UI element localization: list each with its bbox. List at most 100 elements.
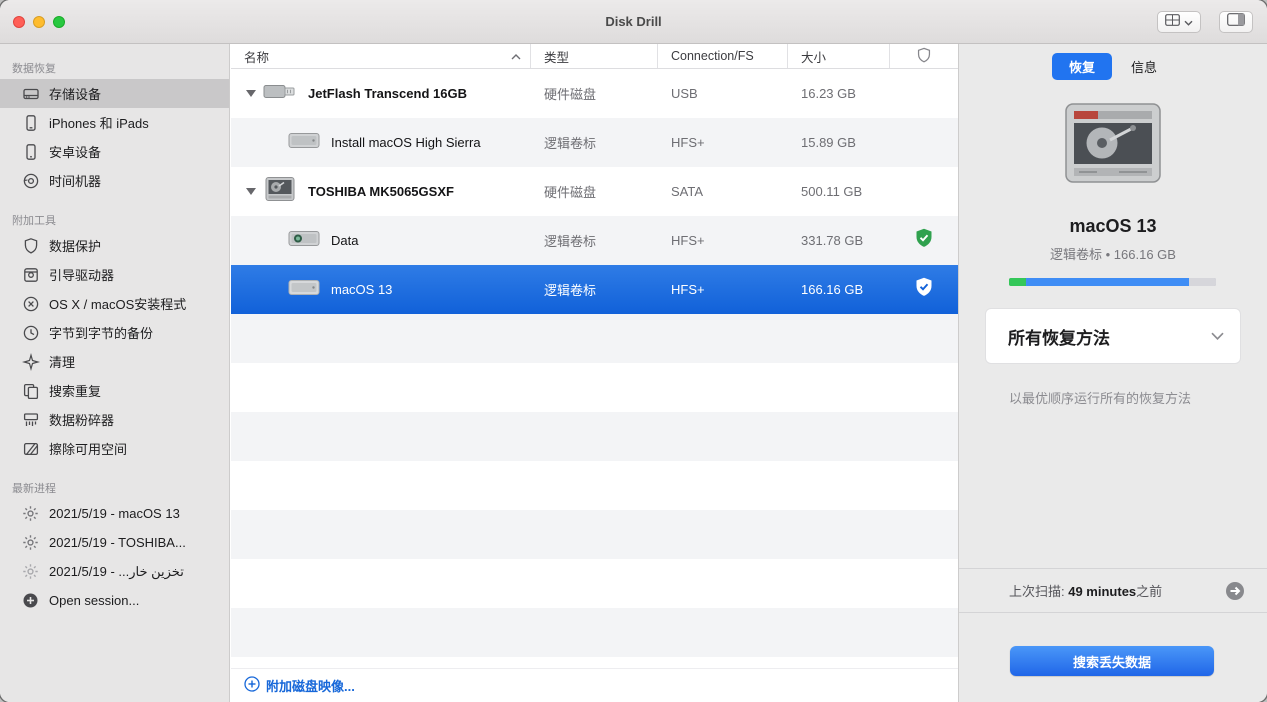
sidebar-item-label: 安卓设备: [49, 145, 102, 160]
column-label: 类型: [544, 50, 570, 65]
column-header-name[interactable]: 名称: [231, 44, 531, 68]
storage-drive-icon: [21, 84, 40, 103]
sidebar-item-label: 数据粉碎器: [49, 413, 115, 428]
sidebar-item-session-macos13[interactable]: 2021/5/19 - macOS 13: [0, 499, 229, 528]
table-row[interactable]: JetFlash Transcend 16GB 硬件磁盘 USB 16.23 G…: [231, 69, 958, 118]
search-lost-data-button[interactable]: 搜索丢失数据: [1010, 646, 1214, 676]
chevron-down-icon: [1211, 327, 1224, 345]
minimize-button[interactable]: [33, 15, 45, 28]
table-header: 名称 类型 Connection/FS 大小: [231, 44, 958, 69]
device-size: 166.16 GB: [801, 282, 864, 297]
sidebar-item-byte-backup[interactable]: 字节到字节的备份: [0, 318, 229, 347]
column-header-size[interactable]: 大小: [788, 44, 890, 68]
empty-row: [231, 363, 958, 412]
sidebar-item-time-machine[interactable]: 时间机器: [0, 166, 229, 195]
device-type: 硬件磁盘: [544, 185, 597, 200]
device-connection: HFS+: [671, 282, 705, 297]
device-type: 逻辑卷标: [544, 136, 597, 151]
sidebar: 数据恢复 存储设备 iPhones 和 iPads 安卓设备 时间机器 附加工具…: [0, 44, 230, 702]
table-row[interactable]: Install macOS High Sierra 逻辑卷标 HFS+ 15.8…: [231, 118, 958, 167]
sidebar-item-erase-free-space[interactable]: 擦除可用空间: [0, 434, 229, 463]
device-name: Install macOS High Sierra: [331, 135, 481, 150]
shield-column-icon: [917, 47, 931, 66]
shredder-icon: [21, 410, 40, 429]
selected-volume-subtitle: 逻辑卷标 • 166.16 GB: [1050, 247, 1176, 262]
last-scan-row: 上次扫描: 49 minutes之前: [1009, 569, 1245, 612]
selected-volume-title: macOS 13: [1069, 216, 1157, 236]
sidebar-item-label: Open session...: [49, 593, 140, 608]
sidebar-item-label: 字节到字节的备份: [49, 326, 154, 341]
sparkle-cleanup-icon: [21, 352, 40, 371]
sidebar-item-data-protection[interactable]: 数据保护: [0, 231, 229, 260]
sidebar-item-label: تخزين خار... - 2021/5/19: [49, 563, 184, 579]
table-row-selected[interactable]: macOS 13 逻辑卷标 HFS+ 166.16 GB: [231, 265, 958, 314]
resume-scan-button[interactable]: [1225, 581, 1245, 601]
sidebar-item-data-shredder[interactable]: 数据粉碎器: [0, 405, 229, 434]
zoom-button[interactable]: [53, 15, 65, 28]
column-header-protection[interactable]: [890, 44, 958, 68]
capacity-segment: [1009, 278, 1026, 286]
disclosure-triangle[interactable]: [246, 188, 256, 195]
time-machine-icon: [21, 171, 40, 190]
column-label: 大小: [801, 50, 827, 65]
table-rows: JetFlash Transcend 16GB 硬件磁盘 USB 16.23 G…: [231, 69, 958, 668]
column-header-type[interactable]: 类型: [531, 44, 658, 68]
view-options-button[interactable]: [1157, 11, 1201, 33]
inspector-panel: 恢复 信息 macOS 13 逻辑卷标 • 166.16 GB 所有恢复方法 以…: [958, 44, 1267, 702]
device-name: TOSHIBA MK5065GSXF: [308, 184, 454, 199]
table-row[interactable]: Data 逻辑卷标 HFS+ 331.78 GB: [231, 216, 958, 265]
titlebar: Disk Drill: [0, 0, 1267, 44]
sidebar-section-extra-tools: 附加工具: [12, 215, 56, 227]
sidebar-item-label: 擦除可用空间: [49, 442, 128, 457]
sidebar-item-session-toshiba[interactable]: 2021/5/19 - TOSHIBA...: [0, 528, 229, 557]
column-header-connection[interactable]: Connection/FS: [658, 44, 788, 68]
close-button[interactable]: [13, 15, 25, 28]
divider: [959, 612, 1267, 613]
recovery-method-label: 所有恢复方法: [1008, 328, 1110, 348]
erase-space-icon: [21, 439, 40, 458]
column-label: 名称: [244, 50, 270, 65]
device-name: macOS 13: [331, 282, 393, 297]
sidebar-item-label: 数据保护: [49, 239, 102, 254]
inspector-tabs: 恢复 信息: [959, 53, 1267, 80]
chevron-down-icon: [1184, 13, 1193, 31]
grid-view-icon: [1165, 13, 1180, 31]
device-type: 逻辑卷标: [544, 283, 597, 298]
recovery-method-description: 以最优顺序运行所有的恢复方法: [1009, 391, 1192, 406]
recovery-method-dropdown[interactable]: 所有恢复方法: [985, 308, 1241, 364]
session-gear-icon: [21, 562, 40, 581]
sidebar-item-iphones-ipads[interactable]: iPhones 和 iPads: [0, 108, 229, 137]
empty-row: [231, 461, 958, 510]
clock-backup-icon: [21, 323, 40, 342]
device-size: 500.11 GB: [801, 184, 863, 199]
sidebar-item-label: 时间机器: [49, 174, 102, 189]
sidebar-item-macos-installer[interactable]: OS X / macOS安装程式: [0, 289, 229, 318]
toggle-sidebar-button[interactable]: [1219, 11, 1253, 33]
session-gear-icon: [21, 533, 40, 552]
column-label: Connection/FS: [671, 49, 754, 63]
device-size: 331.78 GB: [801, 233, 864, 248]
sidebar-item-label: 搜索重复: [49, 384, 102, 399]
tab-recover[interactable]: 恢复: [1051, 53, 1112, 80]
sidebar-item-find-duplicates[interactable]: 搜索重复: [0, 376, 229, 405]
table-row[interactable]: TOSHIBA MK5065GSXF 硬件磁盘 SATA 500.11 GB: [231, 167, 958, 216]
sidebar-item-boot-drive[interactable]: 引导驱动器: [0, 260, 229, 289]
session-gear-icon: [21, 504, 40, 523]
sidebar-item-label: 存储设备: [49, 87, 102, 102]
sidebar-item-open-session[interactable]: Open session...: [0, 586, 229, 615]
disclosure-triangle[interactable]: [246, 90, 256, 97]
plus-circle-icon: [21, 591, 40, 610]
sidebar-item-android-devices[interactable]: 安卓设备: [0, 137, 229, 166]
sidebar-item-storage-devices[interactable]: 存储设备: [0, 79, 229, 108]
device-name: JetFlash Transcend 16GB: [308, 86, 467, 101]
sidebar-item-label: OS X / macOS安装程式: [49, 297, 187, 312]
sidebar-section-data-recovery: 数据恢复: [12, 63, 56, 75]
sidebar-item-session-arabic[interactable]: تخزين خار... - 2021/5/19: [0, 557, 229, 586]
last-scan-label: 上次扫描: 49 minutes之前: [1009, 584, 1163, 599]
disk-drill-window: Disk Drill 数据恢复 存储设备 iPhones 和 iPads 安卓设…: [0, 0, 1267, 702]
tab-info[interactable]: 信息: [1114, 53, 1174, 80]
sidebar-item-cleanup[interactable]: 清理: [0, 347, 229, 376]
attach-disk-image-link[interactable]: 附加磁盘映像...: [244, 676, 355, 695]
hard-drive-illustration: [959, 100, 1267, 188]
sidebar-section-recent-sessions: 最新进程: [12, 483, 56, 495]
